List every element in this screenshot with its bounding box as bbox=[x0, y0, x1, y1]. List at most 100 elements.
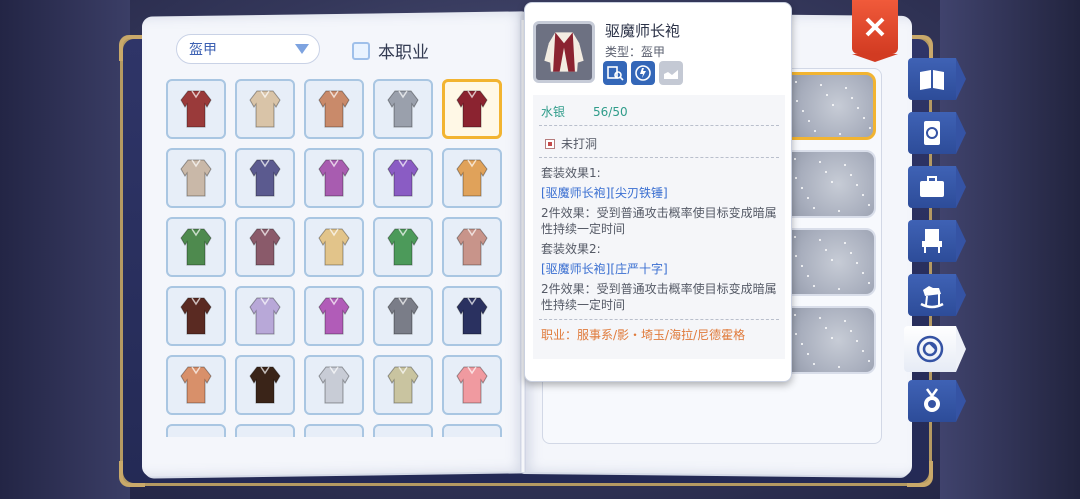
tab-costume[interactable] bbox=[904, 326, 966, 372]
job-only-checkbox[interactable] bbox=[352, 41, 370, 60]
slot-label: 未打洞 bbox=[561, 137, 598, 151]
item-slot[interactable] bbox=[166, 148, 226, 208]
item-type: 类型：盔甲 bbox=[605, 45, 666, 59]
book-icon bbox=[920, 70, 944, 90]
tab-card[interactable] bbox=[908, 112, 966, 154]
chain-mail-icon bbox=[387, 90, 419, 128]
item-slot[interactable] bbox=[235, 79, 295, 139]
category-dropdown[interactable]: 盔甲 bbox=[176, 34, 320, 64]
orange-cape-icon bbox=[456, 159, 488, 197]
item-slot[interactable] bbox=[235, 286, 295, 346]
inspect-icon[interactable] bbox=[603, 61, 627, 85]
item-tooltip: 驱魔师长袍 类型：盔甲 水银 56/50 未打洞 套装效果1: [驱魔师长袍][尖… bbox=[524, 2, 792, 382]
pink-fur-dress-icon bbox=[456, 366, 488, 404]
item-slot[interactable] bbox=[373, 355, 433, 415]
job-requirement: 职业：服事系/影・埼玉/海拉/尼德霍格 bbox=[541, 328, 746, 342]
tab-chair[interactable] bbox=[908, 220, 966, 262]
item-slot[interactable] bbox=[373, 148, 433, 208]
slot-status: 未打洞 bbox=[545, 135, 597, 152]
set2-items[interactable]: [驱魔师长袍][庄严十字] bbox=[541, 261, 781, 277]
mesh-coat-icon bbox=[387, 366, 419, 404]
costume-card[interactable] bbox=[782, 150, 876, 218]
item-slot[interactable] bbox=[442, 355, 502, 415]
costume-card[interactable] bbox=[782, 306, 876, 374]
item-slot[interactable] bbox=[235, 217, 295, 277]
red-vest-icon bbox=[318, 90, 350, 128]
source-icon[interactable] bbox=[631, 61, 655, 85]
item-slot[interactable] bbox=[442, 424, 502, 437]
costume-card[interactable] bbox=[782, 72, 876, 140]
item-slot[interactable] bbox=[304, 424, 364, 437]
item-slot[interactable] bbox=[166, 217, 226, 277]
category-dropdown-value: 盔甲 bbox=[189, 42, 217, 58]
job-only-filter[interactable]: 本职业 bbox=[352, 38, 429, 63]
robe-icon bbox=[533, 21, 595, 83]
slot-icon bbox=[545, 138, 555, 149]
item-slot[interactable] bbox=[304, 355, 364, 415]
medal-icon bbox=[924, 388, 940, 412]
magenta-robe-icon bbox=[318, 297, 350, 335]
close-button[interactable] bbox=[852, 0, 898, 62]
brown-robe-icon bbox=[180, 297, 212, 335]
item-slot[interactable] bbox=[166, 355, 226, 415]
tab-book[interactable] bbox=[908, 58, 966, 100]
set2-description: 2件效果：受到普通攻击概率使目标变成暗属性持续一定时间 bbox=[541, 282, 777, 312]
costume-icon bbox=[916, 335, 944, 363]
item-slot[interactable] bbox=[166, 424, 226, 437]
purple-coat-icon bbox=[387, 159, 419, 197]
green-dotted-shirt-icon bbox=[180, 228, 212, 266]
item-slot[interactable] bbox=[442, 286, 502, 346]
chair-icon bbox=[922, 229, 942, 253]
set1-title: 套装效果1: bbox=[541, 166, 601, 180]
item-slot[interactable] bbox=[304, 286, 364, 346]
red-dotted-shirt-icon bbox=[180, 90, 212, 128]
briefcase-icon bbox=[920, 176, 944, 197]
green-robe-icon bbox=[387, 228, 419, 266]
item-slot[interactable] bbox=[373, 79, 433, 139]
pink-suit-icon bbox=[456, 228, 488, 266]
item-slot[interactable] bbox=[166, 286, 226, 346]
close-icon bbox=[865, 17, 885, 37]
item-slot[interactable] bbox=[304, 79, 364, 139]
tab-medal[interactable] bbox=[908, 380, 966, 422]
item-slot[interactable] bbox=[235, 424, 295, 437]
tab-rocking-horse[interactable] bbox=[908, 274, 966, 316]
set1-description: 2件效果：受到普通攻击概率使目标变成暗属性持续一定时间 bbox=[541, 206, 777, 236]
item-slot[interactable] bbox=[442, 148, 502, 208]
item-slot[interactable] bbox=[166, 79, 226, 139]
item-slot[interactable] bbox=[373, 424, 433, 437]
stat-value: 56/50 bbox=[593, 105, 628, 119]
exorcist-robe-icon bbox=[456, 90, 488, 128]
item-slot[interactable] bbox=[373, 286, 433, 346]
job-only-label: 本职业 bbox=[378, 43, 429, 63]
dotted-shirt-icon bbox=[249, 228, 281, 266]
item-slot[interactable] bbox=[304, 217, 364, 277]
item-slot[interactable] bbox=[235, 355, 295, 415]
costume-card[interactable] bbox=[782, 228, 876, 296]
light-armor-icon bbox=[180, 159, 212, 197]
leather-coat-icon bbox=[249, 366, 281, 404]
card-icon bbox=[924, 121, 940, 145]
tooltip-body: 水银 56/50 未打洞 套装效果1: [驱魔师长袍][尖刃铁锤] 2件效果：受到… bbox=[533, 95, 785, 359]
orange-harness-icon bbox=[180, 366, 212, 404]
cream-fur-coat-icon bbox=[249, 90, 281, 128]
set1-items[interactable]: [驱魔师长袍][尖刃铁锤] bbox=[541, 185, 781, 201]
stat-row: 水银 56/50 bbox=[541, 103, 628, 120]
item-slot[interactable] bbox=[373, 217, 433, 277]
rocking-horse-icon bbox=[920, 286, 944, 309]
purple-dress-icon bbox=[318, 159, 350, 197]
item-grid bbox=[166, 79, 508, 437]
preview-icon[interactable] bbox=[659, 61, 683, 85]
background-left bbox=[0, 0, 130, 499]
item-slot[interactable] bbox=[235, 148, 295, 208]
item-slot[interactable] bbox=[442, 79, 502, 139]
tab-briefcase[interactable] bbox=[908, 166, 966, 208]
item-slot[interactable] bbox=[304, 148, 364, 208]
dropdown-arrow-icon bbox=[295, 44, 309, 54]
item-name: 驱魔师长袍 bbox=[605, 22, 681, 40]
lavender-coat-icon bbox=[249, 297, 281, 335]
purple-dotted-shirt-icon bbox=[249, 159, 281, 197]
white-plate-icon bbox=[318, 366, 350, 404]
set2-title: 套装效果2: bbox=[541, 242, 601, 256]
item-slot[interactable] bbox=[442, 217, 502, 277]
